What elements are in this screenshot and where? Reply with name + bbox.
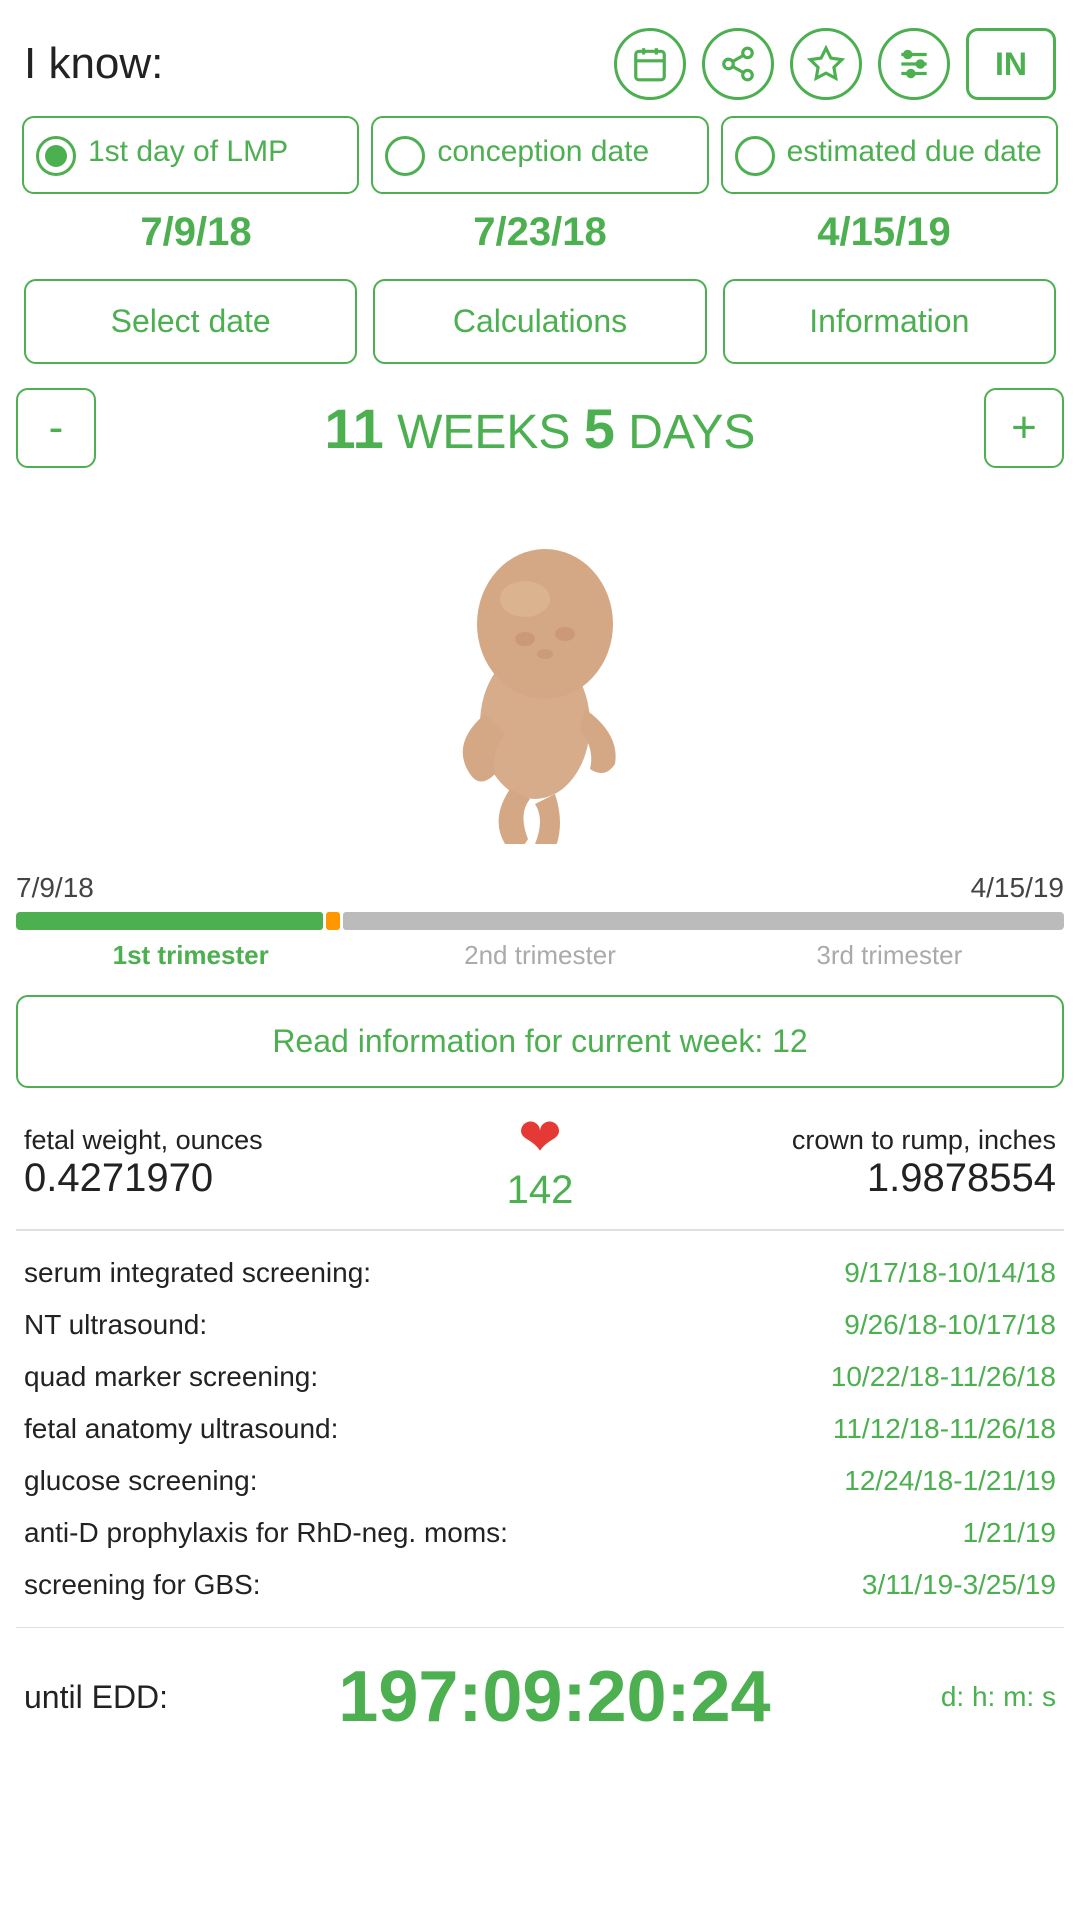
rump-stat: crown to rump, inches 1.9878554 (581, 1125, 1056, 1201)
progress-section: 7/9/18 4/15/19 1st trimester 2nd trimest… (0, 864, 1080, 979)
heart-rate: 142 (507, 1168, 574, 1213)
stats-row: fetal weight, ounces 0.4271970 ❤ 142 cro… (0, 1104, 1080, 1221)
trimester-1-label: 1st trimester (16, 940, 365, 971)
screening-label-2: quad marker screening: (24, 1361, 318, 1393)
calculations-button[interactable]: Calculations (373, 279, 706, 364)
radio-lmp[interactable]: 1st day of LMP (22, 116, 359, 194)
heart-center: ❤ 142 (507, 1112, 574, 1213)
rump-value: 1.9878554 (581, 1156, 1056, 1201)
calendar-icon-button[interactable] (614, 28, 686, 100)
weeks-label: WEEKS (397, 406, 570, 459)
select-date-button[interactable]: Select date (24, 279, 357, 364)
progress-dates: 7/9/18 4/15/19 (16, 872, 1064, 904)
start-date: 7/9/18 (16, 872, 94, 904)
days-label: DAYS (628, 406, 755, 459)
weeks-num: 11 (325, 397, 384, 460)
screening-label-3: fetal anatomy ultrasound: (24, 1413, 338, 1445)
dates-row: 7/9/18 7/23/18 4/15/19 (0, 202, 1080, 271)
edd-units: d: h: m: s (941, 1677, 1056, 1716)
weeks-text: 11 WEEKS 5 DAYS (325, 406, 756, 459)
screening-date-1: 9/26/18-10/17/18 (844, 1309, 1056, 1341)
end-date: 4/15/19 (971, 872, 1064, 904)
lmp-date: 7/9/18 (24, 210, 368, 255)
star-icon-button[interactable] (790, 28, 862, 100)
divider-2 (16, 1627, 1064, 1629)
plus-button[interactable]: + (984, 388, 1064, 468)
progress-bar (16, 912, 1064, 930)
trimester-3-label: 3rd trimester (715, 940, 1064, 971)
screening-date-2: 10/22/18-11/26/18 (831, 1361, 1056, 1393)
radio-conception-label: conception date (437, 134, 649, 170)
screening-row-1: NT ultrasound: 9/26/18-10/17/18 (24, 1299, 1056, 1351)
heart-icon: ❤ (518, 1112, 562, 1164)
progress-green (16, 912, 323, 930)
fetus-container (0, 484, 1080, 864)
divider-1 (16, 1229, 1064, 1231)
weeks-display: 11 WEEKS 5 DAYS (108, 396, 972, 461)
edd-timer: 197:09:20:24 (184, 1656, 925, 1738)
weight-value: 0.4271970 (24, 1156, 499, 1201)
radio-lmp-label: 1st day of LMP (88, 134, 288, 170)
minus-button[interactable]: - (16, 388, 96, 468)
fetus-illustration (380, 504, 700, 844)
screening-row-6: screening for GBS: 3/11/19-3/25/19 (24, 1559, 1056, 1611)
days-num: 5 (584, 397, 615, 460)
i-know-label: I know: (24, 39, 163, 89)
trimester-2-label: 2nd trimester (365, 940, 714, 971)
radio-due[interactable]: estimated due date (721, 116, 1058, 194)
screening-date-6: 3/11/19-3/25/19 (862, 1569, 1056, 1601)
screening-date-0: 9/17/18-10/14/18 (844, 1257, 1056, 1289)
header-icons: IN (614, 28, 1056, 100)
conception-date: 7/23/18 (368, 210, 712, 255)
progress-orange (326, 912, 339, 930)
screening-label-6: screening for GBS: (24, 1569, 261, 1601)
screening-label-0: serum integrated screening: (24, 1257, 371, 1289)
screening-date-3: 11/12/18-11/26/18 (833, 1413, 1056, 1445)
in-button[interactable]: IN (966, 28, 1056, 100)
settings-icon-button[interactable] (878, 28, 950, 100)
info-week-button[interactable]: Read information for current week: 12 (16, 995, 1064, 1088)
screening-date-4: 12/24/18-1/21/19 (844, 1465, 1056, 1497)
screening-date-5: 1/21/19 (963, 1517, 1056, 1549)
screening-row-5: anti-D prophylaxis for RhD-neg. moms: 1/… (24, 1507, 1056, 1559)
screening-row-3: fetal anatomy ultrasound: 11/12/18-11/26… (24, 1403, 1056, 1455)
due-date: 4/15/19 (712, 210, 1056, 255)
radio-section: 1st day of LMP conception date estimated… (0, 116, 1080, 194)
radio-due-circle (735, 136, 775, 176)
action-buttons: Select date Calculations Information (0, 271, 1080, 380)
weight-stat: fetal weight, ounces 0.4271970 (24, 1125, 499, 1201)
radio-lmp-circle (36, 136, 76, 176)
edd-label: until EDD: (24, 1679, 168, 1716)
header-bar: I know: IN (0, 0, 1080, 116)
screening-label-5: anti-D prophylaxis for RhD-neg. moms: (24, 1517, 508, 1549)
screening-label-1: NT ultrasound: (24, 1309, 207, 1341)
weight-label: fetal weight, ounces (24, 1125, 499, 1156)
share-icon-button[interactable] (702, 28, 774, 100)
weeks-row: - 11 WEEKS 5 DAYS + (0, 380, 1080, 476)
screening-row-0: serum integrated screening: 9/17/18-10/1… (24, 1247, 1056, 1299)
progress-gray (343, 912, 1064, 930)
radio-due-label: estimated due date (787, 134, 1042, 170)
radio-conception[interactable]: conception date (371, 116, 708, 194)
screening-section: serum integrated screening: 9/17/18-10/1… (0, 1239, 1080, 1619)
radio-conception-circle (385, 136, 425, 176)
information-button[interactable]: Information (723, 279, 1056, 364)
edd-section: until EDD: 197:09:20:24 d: h: m: s (0, 1636, 1080, 1762)
screening-row-4: glucose screening: 12/24/18-1/21/19 (24, 1455, 1056, 1507)
rump-label: crown to rump, inches (581, 1125, 1056, 1156)
screening-label-4: glucose screening: (24, 1465, 257, 1497)
trimester-labels: 1st trimester 2nd trimester 3rd trimeste… (16, 940, 1064, 971)
screening-row-2: quad marker screening: 10/22/18-11/26/18 (24, 1351, 1056, 1403)
